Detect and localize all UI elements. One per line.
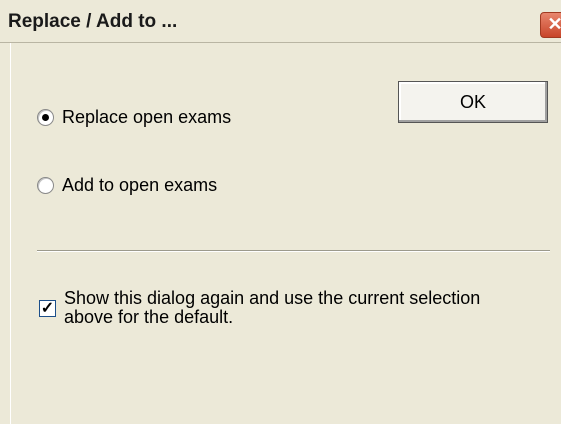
title-bar: Replace / Add to ... ✕ bbox=[0, 0, 561, 43]
separator bbox=[37, 250, 550, 252]
dialog-body: OK Replace open exams Add to open exams … bbox=[10, 43, 561, 424]
radio-option-add[interactable]: Add to open exams bbox=[37, 172, 217, 198]
radio-button-replace[interactable] bbox=[37, 108, 54, 126]
close-icon: ✕ bbox=[547, 14, 561, 34]
ok-button[interactable]: OK bbox=[398, 81, 548, 123]
show-dialog-again-option[interactable]: ✓ Show this dialog again and use the cur… bbox=[39, 289, 504, 327]
show-dialog-again-label: Show this dialog again and use the curre… bbox=[64, 288, 481, 327]
close-button[interactable]: ✕ bbox=[540, 12, 561, 38]
show-dialog-again-checkbox[interactable]: ✓ bbox=[39, 300, 56, 317]
dialog-title: Replace / Add to ... bbox=[8, 11, 178, 32]
radio-button-add[interactable] bbox=[37, 176, 54, 194]
radio-label-add: Add to open exams bbox=[62, 174, 218, 195]
radio-option-replace[interactable]: Replace open exams bbox=[37, 104, 231, 130]
radio-label-replace: Replace open exams bbox=[62, 106, 232, 127]
